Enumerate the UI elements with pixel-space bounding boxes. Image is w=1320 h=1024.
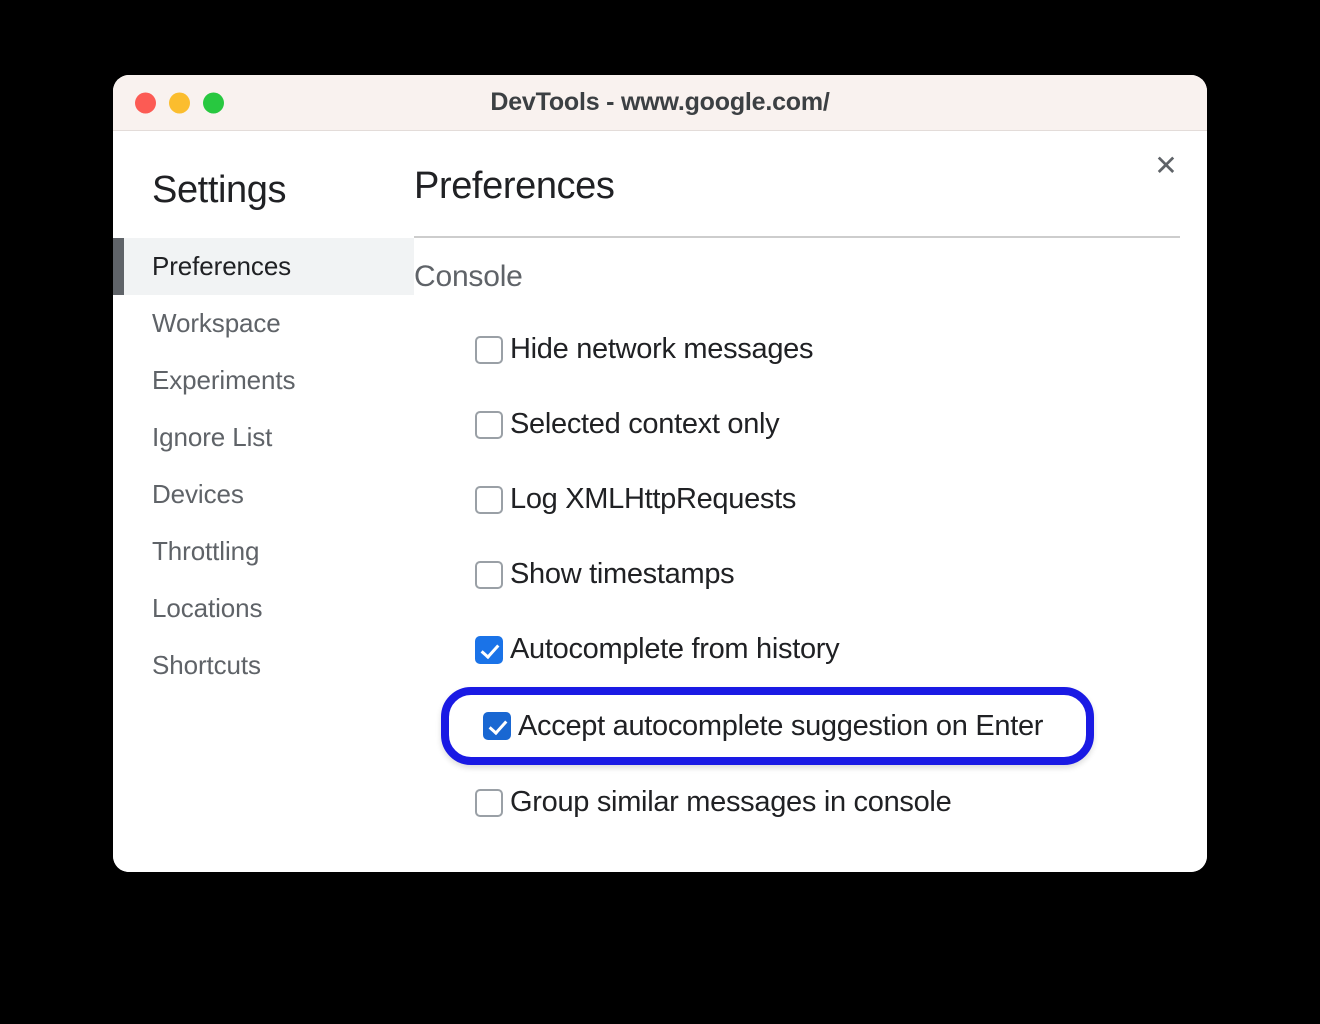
settings-dialog-body: ✕ Settings Preferences Workspace Experim… bbox=[113, 131, 1207, 872]
preferences-panel: Preferences Console Hide network message… bbox=[414, 131, 1207, 872]
sidebar-item-label: Preferences bbox=[152, 251, 292, 281]
sidebar-item-label: Ignore List bbox=[152, 422, 273, 452]
option-label: Selected context only bbox=[510, 408, 780, 440]
sidebar-item-locations[interactable]: Locations bbox=[113, 580, 414, 637]
sidebar-item-ignore-list[interactable]: Ignore List bbox=[113, 409, 414, 466]
option-label: Accept autocomplete suggestion on Enter bbox=[518, 709, 1044, 742]
option-row-hide-network-messages[interactable]: Hide network messages bbox=[475, 312, 1180, 387]
sidebar-item-throttling[interactable]: Throttling bbox=[113, 523, 414, 580]
option-label: Hide network messages bbox=[510, 333, 814, 365]
minimize-window-button[interactable] bbox=[169, 92, 190, 113]
sidebar-item-label: Locations bbox=[152, 593, 263, 623]
sidebar-item-label: Workspace bbox=[152, 308, 281, 338]
option-label: Group similar messages in console bbox=[510, 786, 952, 818]
window-title: DevTools - www.google.com/ bbox=[490, 88, 830, 116]
settings-sidebar: Settings Preferences Workspace Experimen… bbox=[113, 131, 414, 872]
zoom-window-button[interactable] bbox=[203, 92, 224, 113]
option-row-accept-autocomplete-suggestion-on-enter[interactable]: Accept autocomplete suggestion on Enter bbox=[441, 687, 1094, 765]
option-row-show-timestamps[interactable]: Show timestamps bbox=[475, 537, 1180, 612]
checkbox-group-similar-messages-in-console[interactable] bbox=[475, 788, 503, 817]
option-row-group-similar-messages-in-console[interactable]: Group similar messages in console bbox=[475, 765, 1180, 840]
sidebar-item-devices[interactable]: Devices bbox=[113, 466, 414, 523]
option-label: Log XMLHttpRequests bbox=[510, 483, 797, 515]
option-row-selected-context-only[interactable]: Selected context only bbox=[475, 387, 1180, 462]
traffic-light-buttons bbox=[135, 92, 224, 113]
checkbox-log-xmlhttprequests[interactable] bbox=[475, 485, 503, 514]
screenshot-backdrop: DevTools - www.google.com/ ✕ Settings Pr… bbox=[0, 0, 1320, 1024]
sidebar-item-experiments[interactable]: Experiments bbox=[113, 352, 414, 409]
checkbox-selected-context-only[interactable] bbox=[475, 410, 503, 439]
window-titlebar: DevTools - www.google.com/ bbox=[113, 75, 1207, 131]
section-heading-console: Console bbox=[414, 260, 523, 293]
devtools-window: DevTools - www.google.com/ ✕ Settings Pr… bbox=[113, 75, 1207, 872]
sidebar-item-shortcuts[interactable]: Shortcuts bbox=[113, 637, 414, 694]
option-label: Autocomplete from history bbox=[510, 633, 840, 665]
close-window-button[interactable] bbox=[135, 92, 156, 113]
sidebar-item-label: Devices bbox=[152, 479, 244, 509]
sidebar-item-workspace[interactable]: Workspace bbox=[113, 295, 414, 352]
page-title: Preferences bbox=[414, 165, 1180, 238]
checkbox-show-timestamps[interactable] bbox=[475, 560, 503, 589]
checkbox-autocomplete-from-history[interactable] bbox=[475, 635, 503, 664]
sidebar-item-preferences[interactable]: Preferences bbox=[113, 238, 414, 295]
option-label: Show timestamps bbox=[510, 558, 735, 590]
sidebar-item-label: Shortcuts bbox=[152, 650, 261, 680]
sidebar-item-label: Experiments bbox=[152, 365, 296, 395]
option-row-autocomplete-from-history[interactable]: Autocomplete from history bbox=[475, 612, 1180, 687]
close-icon[interactable]: ✕ bbox=[1145, 145, 1187, 187]
settings-heading: Settings bbox=[152, 169, 287, 211]
checkbox-hide-network-messages[interactable] bbox=[475, 335, 503, 364]
sidebar-item-label: Throttling bbox=[152, 536, 260, 566]
option-row-log-xmlhttprequests[interactable]: Log XMLHttpRequests bbox=[475, 462, 1180, 537]
checkbox-accept-autocomplete-suggestion-on-enter[interactable] bbox=[483, 712, 511, 740]
console-options-list: Hide network messages Selected context o… bbox=[414, 312, 1180, 840]
